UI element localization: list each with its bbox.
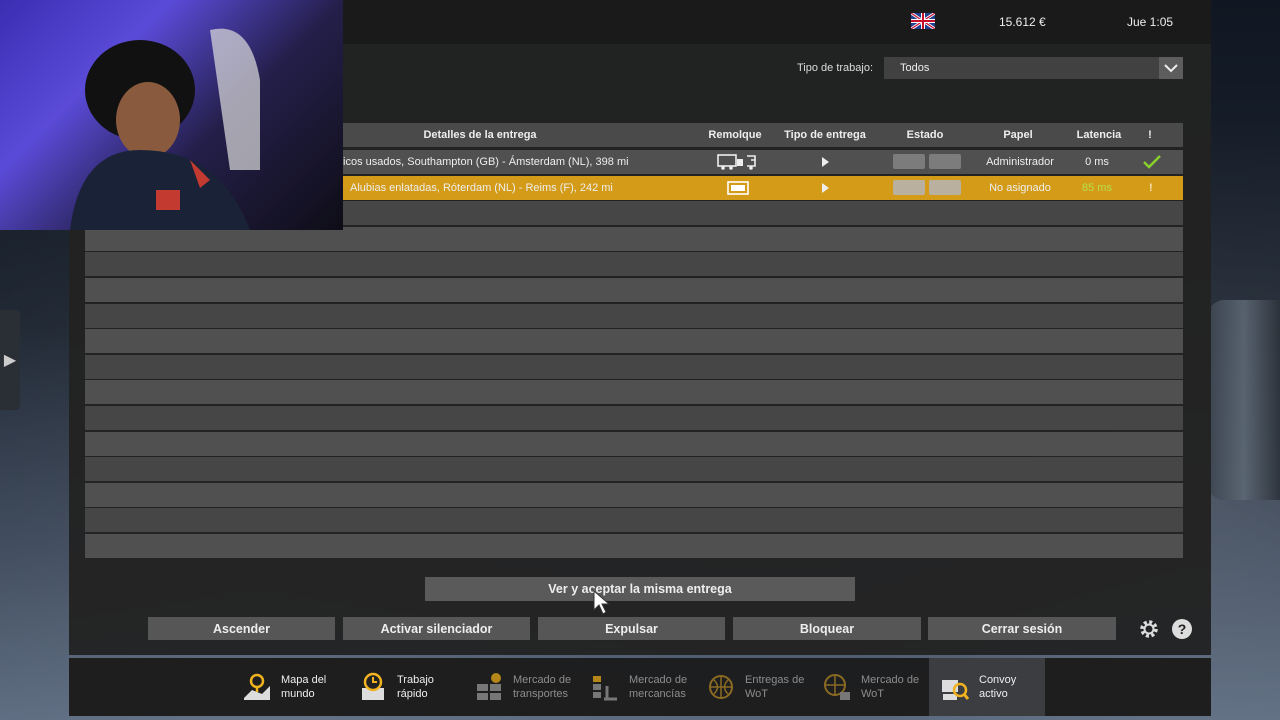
job-type-select[interactable]: Todos bbox=[884, 57, 1182, 79]
table-row-empty bbox=[85, 380, 1183, 405]
help-icon[interactable]: ? bbox=[1170, 617, 1194, 641]
cargo-market-icon bbox=[589, 671, 621, 703]
side-panel-toggle[interactable]: ▶ bbox=[0, 310, 20, 410]
table-row-empty bbox=[85, 329, 1183, 354]
table-row-empty bbox=[85, 533, 1183, 558]
nav-freight-market[interactable]: Mercado de transportes bbox=[463, 658, 579, 716]
arrow-right-icon: ▶ bbox=[3, 352, 17, 369]
nav-wot-deliveries[interactable]: Entregas de WoT bbox=[695, 658, 811, 716]
globe-market-icon bbox=[821, 671, 853, 703]
table-row-empty bbox=[85, 405, 1183, 430]
uk-flag-icon[interactable] bbox=[911, 13, 935, 29]
row-details: ticos usados, Southampton (GB) - Ámsterd… bbox=[340, 156, 629, 168]
truck-status-icon bbox=[893, 179, 925, 195]
col-delivery-type[interactable]: Tipo de entrega bbox=[775, 129, 875, 141]
trailer-status-icon bbox=[929, 154, 961, 169]
play-icon bbox=[822, 182, 829, 193]
nav-world-map[interactable]: Mapa del mundo bbox=[231, 658, 347, 716]
col-role[interactable]: Papel bbox=[985, 129, 1051, 141]
table-row-empty bbox=[85, 252, 1183, 277]
row-role: Administrador bbox=[986, 156, 1054, 168]
col-status[interactable]: Estado bbox=[893, 129, 957, 141]
col-details[interactable]: Detalles de la entrega bbox=[375, 129, 585, 141]
nav-label: Mercado de transportes bbox=[513, 674, 572, 700]
nav-cargo-market[interactable]: Mercado de mercancías bbox=[579, 658, 695, 716]
nav-active-convoy[interactable]: Convoy activo bbox=[929, 658, 1045, 716]
money-balance: 15.612 € bbox=[999, 15, 1046, 29]
mute-button[interactable]: Activar silenciador bbox=[343, 617, 530, 640]
accept-same-job-button[interactable]: Ver y aceptar la misma entrega bbox=[425, 577, 855, 601]
job-type-value: Todos bbox=[900, 62, 930, 74]
kick-button[interactable]: Expulsar bbox=[538, 617, 725, 640]
clock-icon bbox=[357, 671, 389, 703]
background-truck bbox=[1208, 300, 1280, 500]
nav-label: Mapa del mundo bbox=[281, 674, 327, 700]
table-row-empty bbox=[85, 508, 1183, 533]
double-trailer-icon bbox=[717, 153, 759, 176]
table-row-empty bbox=[85, 457, 1183, 482]
nav-label: Mercado de WoT bbox=[861, 674, 920, 700]
play-icon bbox=[822, 157, 829, 167]
table-row-empty bbox=[85, 354, 1183, 379]
col-latency[interactable]: Latencia bbox=[1067, 129, 1131, 141]
mouse-cursor-icon bbox=[593, 589, 611, 621]
logout-button[interactable]: Cerrar sesión bbox=[928, 617, 1116, 640]
nav-label: Convoy activo bbox=[979, 674, 1017, 700]
warning-icon: ! bbox=[1149, 181, 1153, 194]
check-icon bbox=[1143, 155, 1161, 174]
svg-text:?: ? bbox=[1178, 621, 1187, 637]
nav-label: Entregas de WoT bbox=[745, 674, 805, 700]
table-row-empty bbox=[85, 482, 1183, 507]
table-row-empty bbox=[85, 303, 1183, 328]
table-row-empty bbox=[85, 277, 1183, 302]
convoy-icon bbox=[939, 671, 971, 703]
row-role: No asignado bbox=[989, 181, 1051, 194]
row-latency: 85 ms bbox=[1082, 181, 1112, 194]
game-clock: Jue 1:05 bbox=[1127, 15, 1174, 29]
truck-status-icon bbox=[893, 154, 925, 169]
col-trailer[interactable]: Remolque bbox=[703, 129, 767, 141]
row-latency: 0 ms bbox=[1085, 156, 1109, 168]
table-row-empty bbox=[85, 226, 1183, 251]
bottom-navigation: Mapa del mundo Trabajo rápido Mercado de… bbox=[69, 658, 1211, 716]
table-row-empty bbox=[85, 431, 1183, 456]
gear-icon[interactable] bbox=[1137, 617, 1161, 641]
globe-icon bbox=[705, 671, 737, 703]
block-button[interactable]: Bloquear bbox=[733, 617, 921, 640]
row-details: Alubias enlatadas, Róterdam (NL) - Reims… bbox=[350, 181, 613, 194]
freight-market-icon bbox=[473, 671, 505, 703]
promote-button[interactable]: Ascender bbox=[148, 617, 335, 640]
trailer-status-icon bbox=[929, 179, 961, 195]
job-type-label: Tipo de trabajo: bbox=[797, 62, 874, 74]
nav-label: Mercado de mercancías bbox=[629, 674, 688, 700]
nav-label: Trabajo rápido bbox=[397, 674, 434, 700]
single-trailer-icon bbox=[727, 180, 749, 201]
nav-wot-market[interactable]: Mercado de WoT bbox=[811, 658, 927, 716]
chevron-down-icon[interactable] bbox=[1159, 57, 1183, 79]
col-alert[interactable]: ! bbox=[1143, 129, 1157, 141]
streamer-image bbox=[70, 28, 260, 230]
nav-quick-job[interactable]: Trabajo rápido bbox=[347, 658, 463, 716]
map-icon bbox=[241, 671, 273, 703]
webcam-overlay bbox=[0, 0, 343, 230]
